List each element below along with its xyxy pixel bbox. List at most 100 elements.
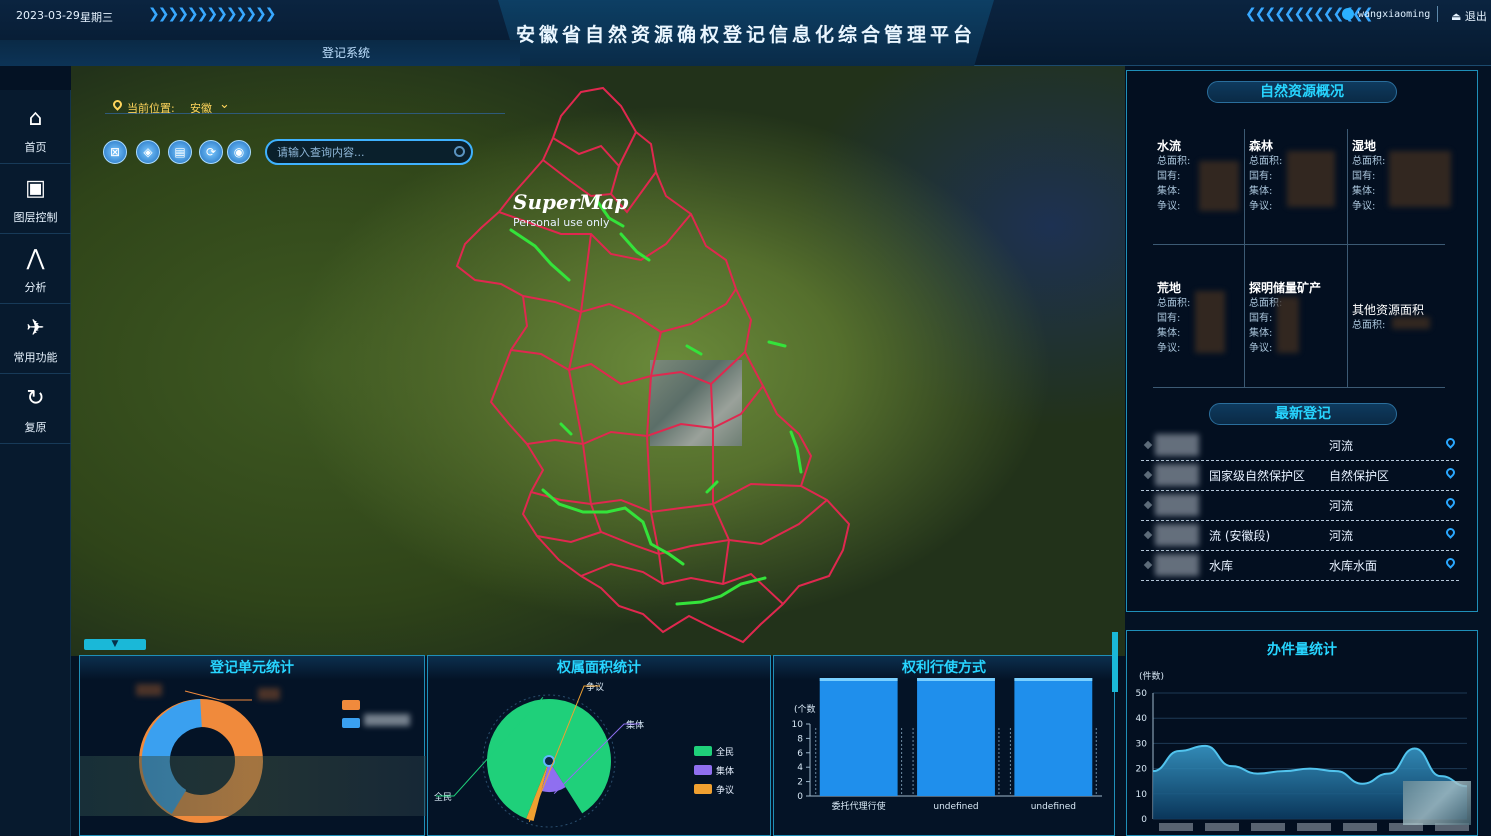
nav-label: 分析 <box>24 281 47 294</box>
tab-registration-system[interactable]: 登记系统 <box>322 44 370 61</box>
nav-item-home[interactable]: ⌂ 首页 <box>0 94 71 164</box>
list-item[interactable]: 河流 <box>1141 431 1459 461</box>
area-y-tick-label-0: 0 <box>1141 815 1147 825</box>
redacted-values <box>1389 151 1451 207</box>
logout-button[interactable]: ⏏ 退出 <box>1451 8 1487 24</box>
province-boundary-map <box>455 86 851 644</box>
area-y-tick-label-1: 10 <box>1136 790 1148 800</box>
thumbnail-strip[interactable] <box>80 756 426 816</box>
cube-icon[interactable]: ◈ <box>136 140 160 164</box>
bullet-icon <box>1143 500 1153 510</box>
redacted-name <box>1155 434 1199 456</box>
nav-item-reset[interactable]: ↻ 复原 <box>0 374 71 444</box>
field-total: 总面积: <box>1352 156 1386 167</box>
legend-swatch-2 <box>694 784 712 794</box>
legend-swatch-0 <box>694 746 712 756</box>
redacted-values <box>1195 291 1225 353</box>
registration-type: 河流 <box>1329 529 1354 543</box>
field-collective: 集体: <box>1157 186 1181 197</box>
chevron-down-icon[interactable]: ⌄ <box>219 97 230 112</box>
nav-item-tools[interactable]: ✈ 常用功能 <box>0 304 71 374</box>
clear-icon[interactable]: ⊠ <box>103 140 127 164</box>
resource-name: 水流 <box>1157 139 1182 153</box>
field-state: 国有: <box>1157 313 1181 324</box>
header-divider <box>1437 6 1438 22</box>
list-item[interactable]: 流 (安徽段) 河流 <box>1141 521 1459 551</box>
city-boundary <box>510 349 746 386</box>
list-item[interactable]: 国家级自然保护区 自然保护区 <box>1141 461 1459 491</box>
field-total: 总面积: <box>1157 156 1191 167</box>
resource-cell-wasteland[interactable]: 荒地 总面积: 国有: 集体: 争议: <box>1157 279 1190 356</box>
grid-divider <box>1153 244 1445 245</box>
thumbnail-map[interactable] <box>1403 781 1471 825</box>
resource-cell-water[interactable]: 水流 总面积: 国有: 集体: 争议: <box>1157 137 1190 214</box>
field-collective: 集体: <box>1352 186 1376 197</box>
user-icon <box>1342 8 1354 20</box>
nav-item-analysis[interactable]: ⋀ 分析 <box>0 234 71 304</box>
bar-2[interactable] <box>1014 678 1093 796</box>
river <box>767 340 787 348</box>
nav-item-layers[interactable]: ▣ 图层控制 <box>0 164 71 234</box>
redacted-values <box>1392 317 1430 329</box>
legend-label-0: 全民 <box>716 748 735 758</box>
map-view[interactable]: 当前位置: 安徽 ⌄ ⊠ ◈ ▤ ⟳ ◉ 请输入查询内容... SuperMap… <box>71 66 1125 656</box>
registration-type: 水库水面 <box>1329 559 1378 573</box>
bar-y-tick-label-0: 0 <box>797 792 803 802</box>
redacted-values <box>1277 297 1299 353</box>
redacted-x-label <box>1251 823 1285 831</box>
resource-name: 森林 <box>1249 139 1274 153</box>
bar-cap-0 <box>819 678 898 681</box>
layout-icon[interactable]: ▤ <box>168 140 192 164</box>
legend-label-1: 集体 <box>716 767 735 777</box>
bar-y-tick-label-5: 10 <box>792 720 804 730</box>
logout-label: 退出 <box>1464 10 1487 23</box>
collapse-toggle[interactable]: ▼ <box>84 639 146 650</box>
location-pin-icon[interactable] <box>1444 526 1457 539</box>
watermark-title: SuperMap <box>513 190 629 214</box>
grid-divider <box>1347 129 1348 387</box>
city-boundary <box>522 288 737 334</box>
bar-1[interactable] <box>917 678 995 796</box>
field-state: 国有: <box>1157 171 1181 182</box>
resource-cell-forest[interactable]: 森林 总面积: 国有: 集体: 争议: <box>1249 137 1282 214</box>
location-pin-icon[interactable] <box>1444 556 1457 569</box>
location-pin-icon[interactable] <box>1444 436 1457 449</box>
resource-name: 其他资源面积 <box>1352 303 1425 317</box>
bar-cap-1 <box>917 678 995 681</box>
workload-panel: 办件量统计 (件数) 0 10 20 30 40 50 <box>1126 630 1478 836</box>
redacted-name <box>1155 524 1199 546</box>
location-value[interactable]: 安徽 <box>190 100 212 116</box>
search-input[interactable] <box>265 139 473 165</box>
location-pin-icon[interactable] <box>1444 466 1457 479</box>
redacted-x-label <box>1159 823 1193 831</box>
city-boundary <box>567 233 602 533</box>
location-label: 当前位置: <box>127 102 175 115</box>
field-state: 国有: <box>1352 171 1376 182</box>
location-pin-icon[interactable] <box>1444 496 1457 509</box>
layers-icon: ▣ <box>25 176 46 201</box>
list-item[interactable]: 河流 <box>1141 491 1459 521</box>
registration-name: 水库 <box>1209 559 1234 573</box>
river <box>675 576 767 606</box>
river <box>559 422 573 436</box>
rotate-icon[interactable]: ⟳ <box>199 140 223 164</box>
resource-overview-panel: 自然资源概况 水流 总面积: 国有: 集体: 争议: 森林 总面积: 国有: 集… <box>1126 70 1478 612</box>
pie-label-1: 集体 <box>626 719 644 731</box>
pie-label-2: 争议 <box>586 681 604 693</box>
bar-y-tick-label-2: 4 <box>797 763 803 773</box>
unit-stats-panel: 登记单元统计 <box>79 655 426 836</box>
username: wangxiaoming <box>1358 9 1431 20</box>
location-icon[interactable]: ◉ <box>227 140 251 164</box>
registration-name: 国家级自然保护区 <box>1209 469 1306 483</box>
resource-cell-wetland[interactable]: 湿地 总面积: 国有: 集体: 争议: <box>1352 137 1385 214</box>
resource-overview-title: 自然资源概况 <box>1207 81 1397 103</box>
header: 安徽省自然资源确权登记信息化综合管理平台 2023-03-29 星期三 ❯❯❯❯… <box>0 0 1491 66</box>
bottom-scroll-handle[interactable] <box>1112 632 1118 692</box>
bar-0[interactable] <box>819 678 898 796</box>
bar-y-tick-label-1: 2 <box>797 778 803 788</box>
grid-divider <box>1153 387 1445 388</box>
list-item[interactable]: 水库 水库水面 <box>1141 551 1459 581</box>
tools-icon: ✈ <box>26 316 45 341</box>
rights-stats-panel: 权利行使方式 (个数 0 2 4 6 8 10 委托代理行使 undefined undefin… <box>773 655 1115 836</box>
bullet-icon <box>1143 530 1153 540</box>
